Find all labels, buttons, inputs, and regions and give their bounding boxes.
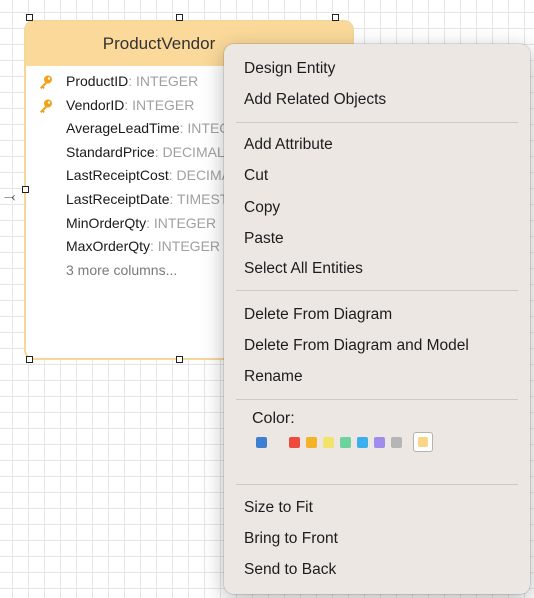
menu-separator [236,290,518,291]
color-label: Color: [252,410,295,427]
menu-separator [236,122,518,123]
column-type: : INTEGER [150,238,221,255]
column-type: : DECIMAL [154,143,225,160]
key-icon [40,75,52,89]
color-swatch-green[interactable] [340,437,351,448]
color-swatch-purple[interactable] [374,437,385,448]
resize-handle-top-left[interactable] [26,14,33,21]
menu-separator [236,399,518,400]
column-name: MinOrderQty [66,214,147,231]
color-swatch-cyan[interactable] [357,437,368,448]
column-name: LastReceiptDate [66,190,170,207]
color-swatch-selected[interactable] [413,432,433,452]
menu-item-delete-from-diagram-and-model[interactable]: Delete From Diagram and Model [244,335,469,357]
resize-handle-bottom-center[interactable] [176,356,183,363]
menu-item-design-entity[interactable]: Design Entity [244,58,335,80]
menu-item-copy[interactable]: Copy [244,197,280,219]
menu-separator [236,484,518,485]
menu-item-size-to-fit[interactable]: Size to Fit [244,497,313,519]
column-type: : INTEGER [124,96,195,113]
menu-item-rename[interactable]: Rename [244,366,303,388]
column-name: AverageLeadTime [66,120,180,137]
menu-item-send-to-back[interactable]: Send to Back [244,559,336,581]
column-type: : INTEGER [128,73,199,89]
key-icon [40,99,52,113]
menu-item-add-attribute[interactable]: Add Attribute [244,134,333,156]
column-name: VendorID [66,96,125,113]
menu-item-select-all-entities[interactable]: Select All Entities [244,258,363,280]
column-name: MaxOrderQty [66,238,151,255]
menu-item-add-related-objects[interactable]: Add Related Objects [244,89,386,111]
resize-handle-middle-left[interactable] [22,186,29,193]
column-name: ProductID [66,73,129,89]
menu-item-bring-to-front[interactable]: Bring to Front [244,528,338,550]
menu-item-delete-from-diagram[interactable]: Delete From Diagram [244,304,392,326]
selected-color-chip [418,437,428,447]
menu-item-cut[interactable]: Cut [244,165,268,187]
color-swatch-yellow[interactable] [323,437,334,448]
resize-handle-bottom-left[interactable] [26,356,33,363]
color-swatch-gray[interactable] [391,437,402,448]
color-swatch-orange[interactable] [306,437,317,448]
column-type: : INTEGER [146,214,217,231]
resize-handle-top-center[interactable] [176,14,183,21]
column-name: LastReceiptCost [66,167,169,184]
color-swatch-blue[interactable] [256,437,267,448]
resize-handle-top-right[interactable] [332,14,339,21]
color-swatch-red[interactable] [289,437,300,448]
column-name: StandardPrice [66,143,155,160]
context-menu: Design Entity Add Related Objects Add At… [224,44,530,594]
relationship-connector-icon: ⤙ [4,188,16,204]
menu-item-paste[interactable]: Paste [244,228,284,250]
